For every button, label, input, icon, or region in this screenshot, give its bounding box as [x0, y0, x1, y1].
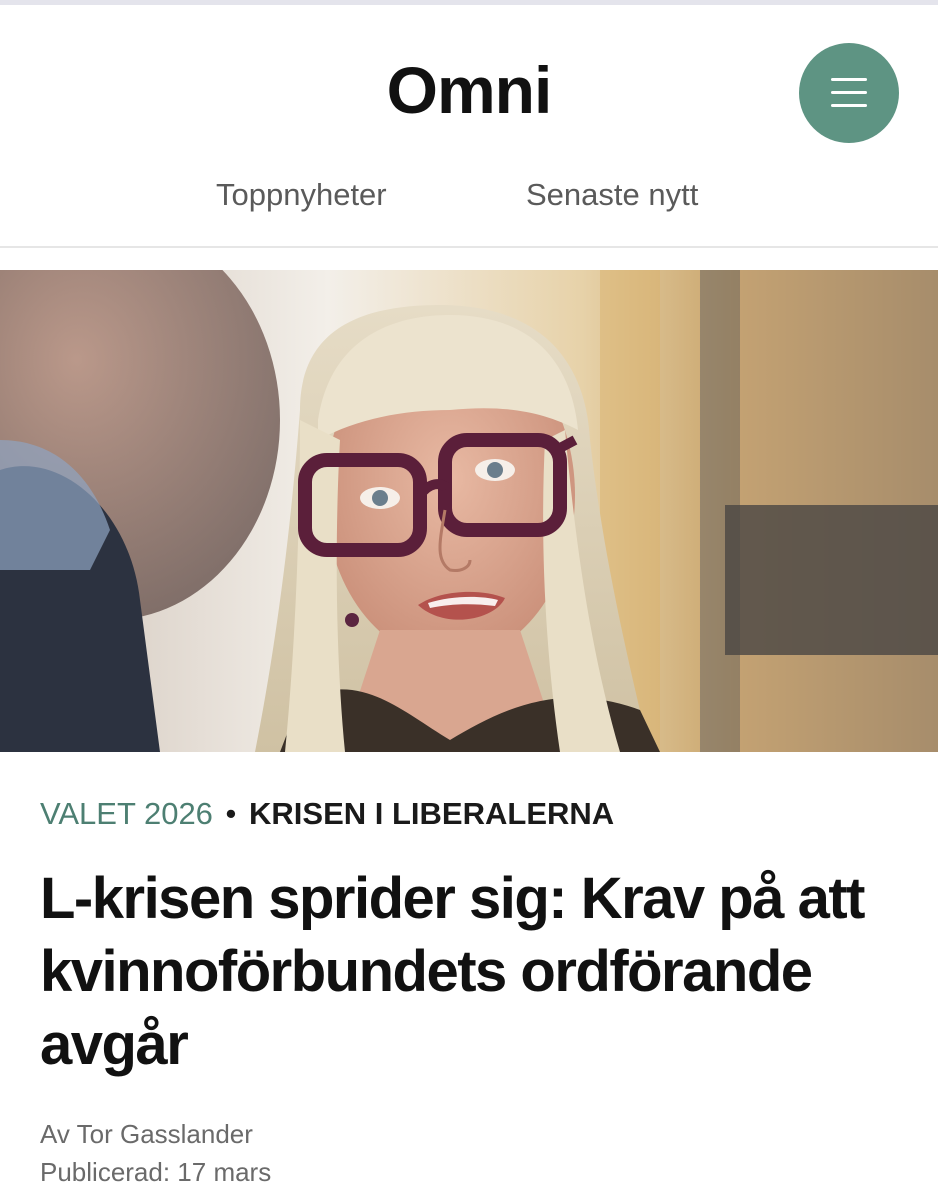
kicker-separator: •	[225, 796, 237, 831]
article-kicker: VALET 2026 • KRISEN I LIBERALERNA	[40, 794, 614, 834]
header-divider	[0, 246, 938, 248]
topic-label[interactable]: KRISEN I LIBERALERNA	[249, 796, 614, 831]
site-header: Omni Toppnyheter Senaste nytt	[0, 5, 938, 248]
site-logo[interactable]: Omni	[0, 57, 938, 123]
tab-toppnyheter[interactable]: Toppnyheter	[216, 175, 387, 215]
article-headline[interactable]: L-krisen sprider sig: Krav på att kvinno…	[40, 862, 900, 1081]
hamburger-menu-icon-bar	[831, 91, 867, 94]
article-byline: Av Tor Gasslander	[40, 1119, 253, 1149]
main-nav: Toppnyheter Senaste nytt	[0, 175, 938, 215]
published-date: Publicerad: 17 mars	[40, 1157, 272, 1187]
tab-senaste-nytt[interactable]: Senaste nytt	[526, 175, 698, 215]
menu-button[interactable]	[799, 43, 899, 143]
article-hero-image[interactable]	[0, 270, 938, 752]
section-label[interactable]: VALET 2026	[40, 796, 213, 831]
hamburger-menu-icon-bar	[831, 104, 867, 107]
hero-photo	[0, 270, 938, 752]
hamburger-menu-icon	[831, 78, 867, 81]
